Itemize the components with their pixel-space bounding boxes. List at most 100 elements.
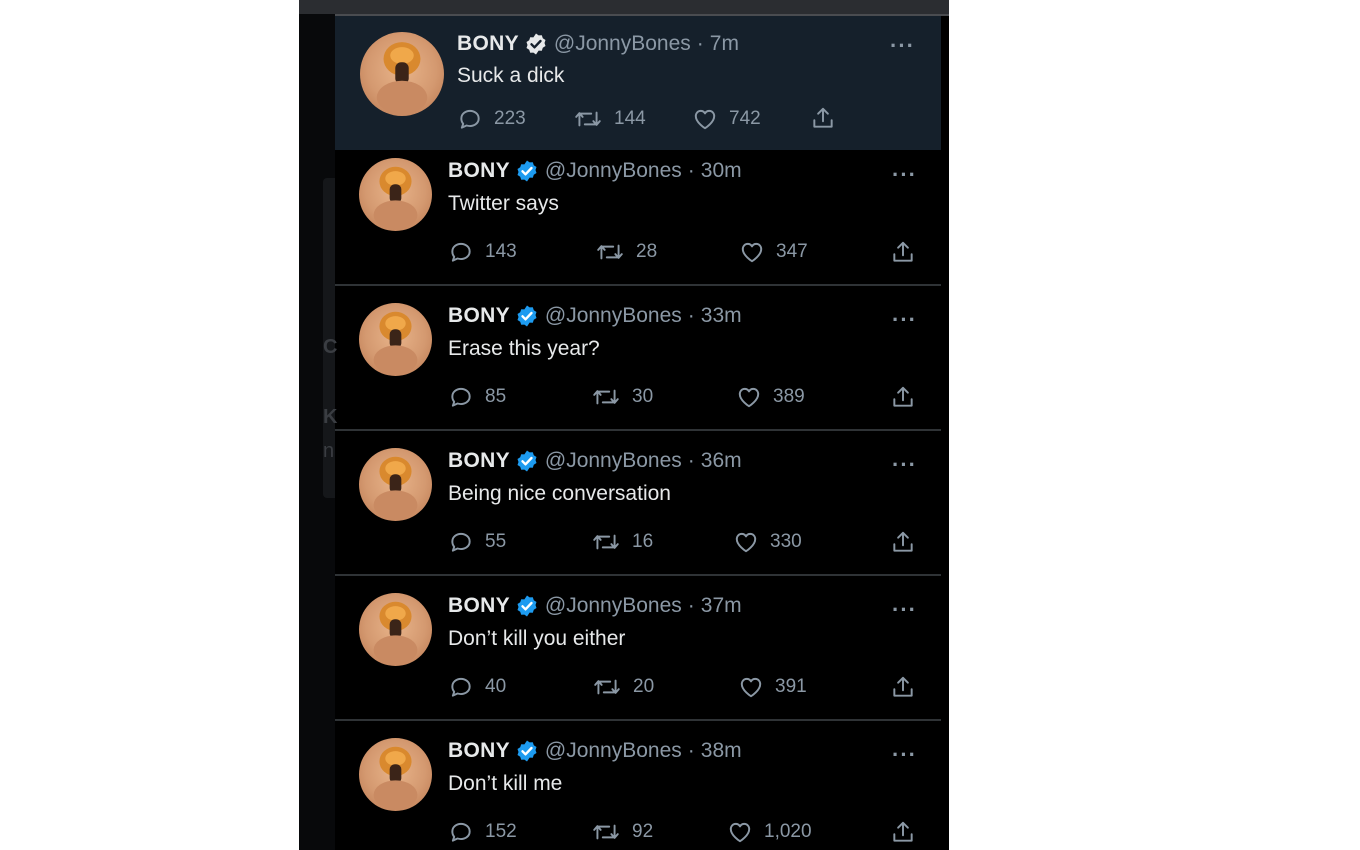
handle[interactable]: @JonnyBones <box>545 739 682 763</box>
handle[interactable]: @JonnyBones <box>545 159 682 183</box>
retweet-button[interactable]: 144 <box>573 106 646 132</box>
retweet-icon <box>591 819 621 845</box>
retweet-button[interactable]: 92 <box>591 819 653 845</box>
timestamp[interactable]: 7m <box>710 32 739 56</box>
verified-badge-icon <box>515 594 539 618</box>
tweet-2[interactable]: BONY @JonnyBones · 33m ··· Erase this ye… <box>335 286 941 431</box>
reply-icon <box>448 384 474 410</box>
retweet-count: 144 <box>614 108 646 129</box>
avatar[interactable] <box>359 593 432 666</box>
like-button[interactable]: 1,020 <box>727 819 812 845</box>
tweet-text: Don’t kill me <box>448 772 563 795</box>
reply-count: 152 <box>485 821 517 842</box>
reply-icon <box>448 239 474 265</box>
retweet-button[interactable]: 16 <box>591 529 653 555</box>
verified-badge-icon <box>515 739 539 763</box>
handle[interactable]: @JonnyBones <box>545 594 682 618</box>
separator-dot: · <box>687 159 695 182</box>
avatar[interactable] <box>359 158 432 231</box>
more-options-icon[interactable]: ··· <box>892 454 917 476</box>
avatar-photo-icon <box>373 601 418 665</box>
like-button[interactable]: 389 <box>736 384 805 410</box>
timestamp[interactable]: 38m <box>701 739 742 763</box>
reply-count: 143 <box>485 241 517 262</box>
screenshot-frame: C K n BONY @JonnyBones · 7m ··· Suck a d… <box>299 0 949 850</box>
retweet-count: 92 <box>632 821 654 842</box>
reply-button[interactable]: 152 <box>448 819 517 845</box>
like-button[interactable]: 330 <box>733 529 802 555</box>
retweet-button[interactable]: 30 <box>591 384 653 410</box>
tweet-3[interactable]: BONY @JonnyBones · 36m ··· Being nice co… <box>335 431 941 576</box>
more-options-icon[interactable]: ··· <box>892 309 917 331</box>
timestamp[interactable]: 36m <box>701 449 742 473</box>
like-button[interactable]: 742 <box>692 106 761 132</box>
tweet-text: Don’t kill you either <box>448 627 626 650</box>
tweet-5[interactable]: BONY @JonnyBones · 38m ··· Don’t kill me… <box>335 721 941 850</box>
tweet-1[interactable]: BONY @JonnyBones · 30m ··· Twitter says … <box>335 150 941 286</box>
heart-icon <box>727 819 753 845</box>
retweet-count: 30 <box>632 386 654 407</box>
handle[interactable]: @JonnyBones <box>554 32 691 56</box>
share-icon[interactable] <box>890 529 916 555</box>
share-icon[interactable] <box>890 674 916 700</box>
like-button[interactable]: 347 <box>739 239 808 265</box>
more-options-icon[interactable]: ··· <box>890 35 915 57</box>
share-icon[interactable] <box>890 384 916 410</box>
retweet-icon <box>592 674 622 700</box>
display-name[interactable]: BONY <box>448 449 510 473</box>
timestamp[interactable]: 37m <box>701 594 742 618</box>
display-name[interactable]: BONY <box>457 32 519 56</box>
like-count: 391 <box>775 676 807 697</box>
timestamp[interactable]: 33m <box>701 304 742 328</box>
like-count: 330 <box>770 531 802 552</box>
handle[interactable]: @JonnyBones <box>545 304 682 328</box>
reply-button[interactable]: 55 <box>448 529 506 555</box>
share-icon[interactable] <box>890 239 916 265</box>
reply-button[interactable]: 85 <box>448 384 506 410</box>
avatar[interactable] <box>360 32 444 116</box>
retweet-button[interactable]: 28 <box>595 239 657 265</box>
avatar[interactable] <box>359 738 432 811</box>
separator-dot: · <box>687 449 695 472</box>
display-name[interactable]: BONY <box>448 304 510 328</box>
heart-icon <box>692 106 718 132</box>
reply-button[interactable]: 223 <box>457 106 526 132</box>
reply-icon <box>448 674 474 700</box>
tweet-header: BONY @JonnyBones · 36m <box>448 449 742 473</box>
retweet-count: 20 <box>633 676 655 697</box>
timestamp[interactable]: 30m <box>701 159 742 183</box>
avatar[interactable] <box>359 303 432 376</box>
tweet-header: BONY @JonnyBones · 37m <box>448 594 742 618</box>
separator-dot: · <box>687 739 695 762</box>
share-icon[interactable] <box>810 105 836 131</box>
more-options-icon[interactable]: ··· <box>892 164 917 186</box>
tweet-text: Suck a dick <box>457 64 565 87</box>
like-button[interactable]: 391 <box>738 674 807 700</box>
avatar-photo-icon <box>373 311 418 375</box>
avatar-photo-icon <box>373 456 418 520</box>
display-name[interactable]: BONY <box>448 159 510 183</box>
display-name[interactable]: BONY <box>448 594 510 618</box>
display-name[interactable]: BONY <box>448 739 510 763</box>
more-options-icon[interactable]: ··· <box>892 599 917 621</box>
retweet-icon <box>591 529 621 555</box>
verified-badge-icon <box>515 449 539 473</box>
retweet-button[interactable]: 20 <box>592 674 654 700</box>
share-icon[interactable] <box>890 819 916 845</box>
ghost-letter-n: n <box>323 440 335 462</box>
heart-icon <box>736 384 762 410</box>
like-count: 389 <box>773 386 805 407</box>
reply-button[interactable]: 40 <box>448 674 506 700</box>
avatar-photo-icon <box>373 166 418 230</box>
tweet-0[interactable]: BONY @JonnyBones · 7m ··· Suck a dick 22… <box>335 16 941 150</box>
more-options-icon[interactable]: ··· <box>892 744 917 766</box>
tweet-header: BONY @JonnyBones · 30m <box>448 159 742 183</box>
handle[interactable]: @JonnyBones <box>545 449 682 473</box>
reply-button[interactable]: 143 <box>448 239 517 265</box>
avatar[interactable] <box>359 448 432 521</box>
tweet-4[interactable]: BONY @JonnyBones · 37m ··· Don’t kill yo… <box>335 576 941 721</box>
verified-badge-icon <box>524 32 548 56</box>
tweet-text: Erase this year? <box>448 337 600 360</box>
reply-count: 40 <box>485 676 507 697</box>
separator-dot: · <box>687 594 695 617</box>
